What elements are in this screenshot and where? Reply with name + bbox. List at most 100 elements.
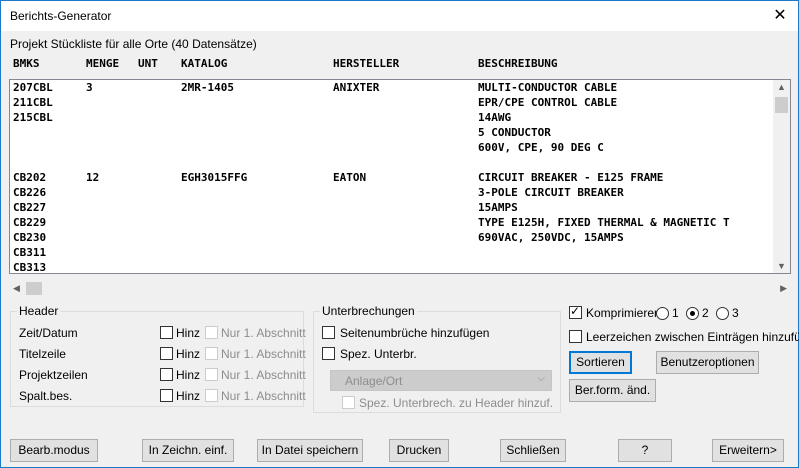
break-type-select[interactable]: Anlage/Ort ⌵	[330, 370, 552, 391]
table-row[interactable]	[10, 156, 780, 171]
table-cell: EGH3015FFG	[181, 171, 248, 184]
window-title: Berichts-Generator	[10, 9, 112, 23]
bottom-button[interactable]: Drucken	[389, 439, 449, 462]
spaces-checkbox[interactable]	[569, 330, 582, 343]
table-cell: CB311	[13, 246, 47, 259]
add-label: Hinz	[176, 389, 201, 403]
scroll-thumb[interactable]	[775, 97, 788, 113]
add-checkbox[interactable]	[160, 326, 173, 339]
first-section-label: Nur 1. Abschnitt	[221, 389, 306, 403]
table-cell: CB229	[13, 216, 47, 229]
page-breaks-checkbox[interactable]	[322, 326, 335, 339]
column-header: UNT	[138, 57, 158, 70]
horizontal-scrollbar[interactable]: ◀ ▶	[9, 280, 791, 297]
scroll-left-icon[interactable]: ◀	[13, 283, 20, 294]
table-row[interactable]: CB202 12 EGH3015FFG EATON CIRCUIT BREAKER - …	[10, 171, 780, 186]
hscroll-thumb[interactable]	[26, 282, 42, 295]
table-cell: 690VAC, 250VDC, 15AMPS	[478, 231, 624, 244]
table-row[interactable]: CB227 15AMPS	[10, 201, 780, 216]
add-label: Hinz	[176, 326, 201, 340]
table-row[interactable]: 215CBL 14AWG	[10, 111, 780, 126]
first-section-label: Nur 1. Abschnitt	[221, 368, 306, 382]
header-row-label: Projektzeilen	[19, 368, 88, 382]
compress-checkbox[interactable]: ✓	[569, 304, 582, 319]
special-break-checkbox[interactable]	[322, 347, 335, 360]
scroll-right-icon[interactable]: ▶	[780, 283, 787, 294]
page-breaks-label: Seitenumbrüche hinzufügen	[340, 326, 490, 340]
breaks-group: Unterbrechungen Seitenumbrüche hinzufüge…	[313, 304, 561, 413]
table-row[interactable]: CB311	[10, 246, 780, 261]
title-bar: Berichts-Generator ✕	[1, 1, 798, 31]
first-section-checkbox[interactable]	[205, 389, 218, 402]
spaces-label: Leerzeichen zwischen Einträgen hinzufüge…	[586, 330, 799, 344]
table-cell: 3-POLE CIRCUIT BREAKER	[478, 186, 624, 199]
breaks-group-title: Unterbrechungen	[320, 304, 417, 318]
table-cell: TYPE E125H, FIXED THERMAL & MAGNETIC T	[478, 216, 730, 229]
change-format-button[interactable]: Ber.form. änd.	[569, 379, 656, 402]
table-row[interactable]: CB226 3-POLE CIRCUIT BREAKER	[10, 186, 780, 201]
first-section-checkbox[interactable]	[205, 368, 218, 381]
compress-radio[interactable]	[716, 307, 729, 320]
column-header: HERSTELLER	[333, 57, 400, 70]
table-row[interactable]: CB230 690VAC, 250VDC, 15AMPS	[10, 231, 780, 246]
bottom-button[interactable]: Schließen	[500, 439, 566, 462]
first-section-checkbox[interactable]	[205, 326, 218, 339]
bottom-button[interactable]: In Datei speichern	[257, 439, 363, 462]
table-row[interactable]: 600V, CPE, 90 DEG C	[10, 141, 780, 156]
table-row[interactable]: 207CBL 3 2MR-1405 ANIXTER MULTI-CONDUCTOR CA…	[10, 81, 780, 96]
table-cell: EATON	[333, 171, 367, 184]
header-group: Header Zeit/Datum Hinz Nur 1. Abschnitt T…	[10, 304, 306, 407]
header-group-title: Header	[17, 304, 61, 318]
compress-radio[interactable]	[686, 307, 699, 320]
bottom-button[interactable]: Bearb.modus	[10, 439, 98, 462]
special-header-label: Spez. Unterbrech. zu Header hinzuf.	[359, 396, 554, 410]
column-header: MENGE	[86, 57, 120, 70]
scroll-up-icon[interactable]: ▲	[777, 82, 786, 92]
add-checkbox[interactable]	[160, 389, 173, 402]
scroll-down-icon[interactable]: ▼	[777, 261, 786, 271]
table-cell: ANIXTER	[333, 81, 380, 94]
bottom-button[interactable]: Erweitern>	[712, 439, 784, 462]
table-cell: CB202	[13, 171, 47, 184]
bottom-button[interactable]: ?	[618, 439, 672, 462]
table-cell: 207CBL	[13, 81, 53, 94]
chevron-down-icon: ⌵	[537, 373, 545, 384]
column-header: KATALOG	[181, 57, 228, 70]
header-row-label: Spalt.bes.	[19, 389, 73, 403]
table-cell: 215CBL	[13, 111, 53, 124]
first-section-checkbox[interactable]	[205, 347, 218, 360]
table-row[interactable]: CB229 TYPE E125H, FIXED THERMAL & MAGNETI…	[10, 216, 780, 231]
close-icon[interactable]: ✕	[770, 5, 790, 25]
table-row[interactable]: CB313	[10, 261, 780, 273]
add-checkbox[interactable]	[160, 368, 173, 381]
special-header-checkbox[interactable]	[342, 396, 355, 409]
table-cell: MULTI-CONDUCTOR CABLE	[478, 81, 618, 94]
sort-button[interactable]: Sortieren	[569, 351, 632, 374]
add-checkbox[interactable]	[160, 347, 173, 360]
table-cell: 600V, CPE, 90 DEG C	[478, 141, 604, 154]
header-row-label: Zeit/Datum	[19, 326, 78, 340]
table-row[interactable]: 211CBL EPR/CPE CONTROL CABLE	[10, 96, 780, 111]
report-list[interactable]: 207CBL 3 2MR-1405 ANIXTER MULTI-CONDUCTOR CA…	[9, 79, 791, 274]
list-subtitle: Projekt Stückliste für alle Orte (40 Dat…	[10, 37, 257, 51]
compress-radio[interactable]	[656, 307, 669, 320]
compress-radio-label: 1	[672, 306, 679, 320]
compress-radio-label: 3	[732, 306, 739, 320]
bottom-button[interactable]: In Zeichn. einf.	[142, 439, 234, 462]
table-cell: 12	[86, 171, 100, 184]
table-cell: 15AMPS	[478, 201, 518, 214]
break-type-value: Anlage/Ort	[345, 374, 403, 388]
vertical-scrollbar[interactable]: ▲ ▼	[773, 80, 790, 273]
table-cell: 211CBL	[13, 96, 53, 109]
table-cell: 14AWG	[478, 111, 512, 124]
compress-radio-label: 2	[702, 306, 709, 320]
header-row-label: Titelzeile	[19, 347, 66, 361]
add-label: Hinz	[176, 347, 201, 361]
add-label: Hinz	[176, 368, 201, 382]
table-cell: CB230	[13, 231, 47, 244]
first-section-label: Nur 1. Abschnitt	[221, 326, 306, 340]
user-options-button[interactable]: Benutzeroptionen	[656, 351, 759, 374]
table-row[interactable]: 5 CONDUCTOR	[10, 126, 780, 141]
first-section-label: Nur 1. Abschnitt	[221, 347, 306, 361]
table-cell: CB227	[13, 201, 47, 214]
